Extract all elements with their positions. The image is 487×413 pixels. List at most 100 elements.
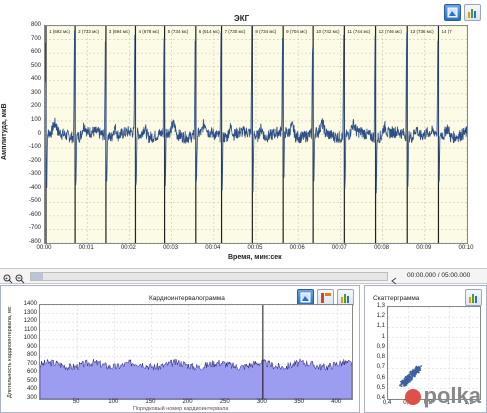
rhythmogram-ylabel: Длительность кардиоинтервала, мс xyxy=(7,306,13,399)
beat-label: 9 (704 мс) xyxy=(286,29,307,34)
bottom-panels: Кардиоинтервалограмма Длительность карди… xyxy=(0,285,487,413)
beat-label: 5 (734 мс) xyxy=(168,29,189,34)
ecg-y-tick-label: 700 xyxy=(30,35,41,42)
scattergram-y-tick-label: 0,7 xyxy=(376,364,385,371)
ecg-x-tick-label: 00:00 xyxy=(36,245,52,251)
beat-label: 7 (730 мс) xyxy=(225,29,246,34)
rhythmogram-y-tick-label: 1100 xyxy=(24,326,37,333)
rhythmogram-x-tick-label: 100 xyxy=(108,399,119,405)
time-readout: 00:00.000 / 05:00.000 xyxy=(407,272,471,279)
zoom-in-icon[interactable]: + xyxy=(3,271,13,284)
beat-label: 14 (7 xyxy=(441,29,452,34)
watermark-logo: polka xyxy=(404,383,481,409)
beat-label: 1 (692 мс) xyxy=(49,29,70,34)
beat-label: 10 (742 мс) xyxy=(316,29,340,34)
ecg-y-tick-label: -400 xyxy=(28,184,41,191)
scatter-point xyxy=(413,369,416,371)
rhythmogram-y-tick-label: 900 xyxy=(26,343,37,350)
ecg-y-tick-label: 800 xyxy=(30,22,41,28)
ecg-y-tick-label: -700 xyxy=(28,225,41,232)
ecg-x-tick-label: 00:05 xyxy=(247,245,263,251)
scattergram-y-tick-label: 1 xyxy=(381,333,385,340)
ecg-y-tick-label: 100 xyxy=(30,116,41,123)
picture-icon xyxy=(300,292,311,303)
scattergram-x-tick-label: 0,4 xyxy=(382,400,392,406)
ecg-y-tick-label: 500 xyxy=(30,62,41,69)
ecg-y-tick-label: 600 xyxy=(30,49,41,56)
bar-chart-icon xyxy=(341,294,349,303)
rhythmogram-y-tick-label: 1000 xyxy=(23,335,37,342)
ecg-x-tick-label: 00:02 xyxy=(120,245,136,251)
scattergram-chart-button[interactable] xyxy=(465,289,482,306)
histogram-icon xyxy=(321,293,331,303)
rhythmogram-y-tick-label: 1400 xyxy=(23,301,37,307)
scattergram-y-tick-label: 1,3 xyxy=(376,303,385,309)
picture-icon xyxy=(447,7,458,18)
timeline-scrollbar[interactable] xyxy=(30,272,388,281)
beat-label: 4 (678 мс) xyxy=(138,29,159,34)
scatter-point xyxy=(413,375,416,378)
ecg-plot-area[interactable]: 1 (692 мс) 2 (733 мс) 3 (694 мс) 4 (678 мс)… xyxy=(44,25,468,244)
scatter-point xyxy=(415,365,418,368)
rhythmogram-xlabel: Порядковый номер кардиоинтервала xyxy=(133,406,229,412)
scatter-point xyxy=(420,365,422,367)
watermark-text: polka xyxy=(423,383,481,408)
ecg-y-tick-label: -200 xyxy=(28,157,41,164)
bar-chart-icon xyxy=(468,9,476,18)
scatter-point xyxy=(410,376,413,379)
beat-label: 6 (614 мс) xyxy=(199,29,220,34)
timeline-navigation-bar: + 00:00.000 / 05:00.000 xyxy=(0,268,487,285)
scattergram-y-tick-label: 1,1 xyxy=(376,323,385,330)
ecg-x-tick-label: 00:01 xyxy=(78,245,94,251)
scattergram-y-tick-label: 0,6 xyxy=(376,374,385,381)
rhythmogram-x-tick-label: 350 xyxy=(293,399,305,405)
rhythmogram-y-tick-label: 1300 xyxy=(23,309,37,316)
ecg-x-tick-label: 00:03 xyxy=(163,245,179,251)
rhythmogram-x-tick-label: 400 xyxy=(331,399,342,405)
scatter-point xyxy=(418,366,420,368)
rhythmogram-panel: Кардиоинтервалограмма Длительность карди… xyxy=(0,285,360,413)
rhythmogram-y-tick-label: 400 xyxy=(26,386,37,393)
ecg-ylabel: Амплитуда, мкВ xyxy=(1,103,8,161)
rhythmogram-x-tick-label: 150 xyxy=(145,399,156,405)
zoom-out-icon[interactable] xyxy=(15,271,25,284)
ecg-x-tick-label: 00:09 xyxy=(416,245,432,251)
ecg-chart-button[interactable] xyxy=(464,4,481,21)
rhythmogram-y-tick-label: 600 xyxy=(26,369,37,376)
beat-label: 13 (736 мс) xyxy=(410,29,434,34)
scattergram-y-tick-label: 0,8 xyxy=(376,354,385,361)
ecg-y-tick-label: 300 xyxy=(30,89,41,96)
rhythmogram-y-tick-label: 300 xyxy=(26,395,37,401)
ecg-view-button[interactable] xyxy=(444,4,461,21)
beat-label: 2 (733 мс) xyxy=(78,29,99,34)
scatter-point xyxy=(416,371,419,374)
ecg-panel: ЭКГ Амплитуда, мкВ 800 700 600 500 400 300 200… xyxy=(0,0,487,262)
rhythmogram-chart xyxy=(39,304,353,400)
rhythmogram-y-tick-label: 800 xyxy=(26,352,37,359)
scattergram-title: Скаттерграмма xyxy=(373,295,420,302)
scatter-point xyxy=(406,374,409,377)
rhythmogram-x-tick-label: 50 xyxy=(72,399,80,405)
scatter-point xyxy=(406,380,409,382)
scattergram-y-tick-label: 0,9 xyxy=(376,343,385,350)
rhythmogram-y-tick-label: 500 xyxy=(26,377,37,384)
scatter-point xyxy=(399,384,402,387)
ecg-y-tick-label: -100 xyxy=(28,144,41,151)
beat-label: 3 (694 мс) xyxy=(109,29,130,34)
rhythmogram-x-tick-label: 300 xyxy=(256,399,267,405)
ecg-y-tick-label: -500 xyxy=(28,198,41,205)
scattergram-y-tick-label: 1,2 xyxy=(376,313,385,320)
scatter-point xyxy=(402,379,404,382)
chevron-left-icon[interactable] xyxy=(390,272,398,285)
ecg-x-tick-label: 00:07 xyxy=(331,245,347,251)
scatter-point xyxy=(411,370,414,373)
ecg-x-tick-label: 00:10 xyxy=(458,245,474,251)
scatter-point xyxy=(407,377,410,379)
ecg-x-tick-label: 00:04 xyxy=(205,245,221,251)
rhythmogram-x-tick-label: 200 xyxy=(182,399,193,405)
ecg-chart: 1 (692 мс) 2 (733 мс) 3 (694 мс) 4 (678 мс)… xyxy=(44,25,468,244)
rhythmogram-plot-area[interactable] xyxy=(39,304,353,400)
scatter-point xyxy=(412,374,415,377)
timeline-scroll-thumb[interactable] xyxy=(31,273,43,280)
rhythmogram-y-tick-label: 1200 xyxy=(23,318,37,325)
